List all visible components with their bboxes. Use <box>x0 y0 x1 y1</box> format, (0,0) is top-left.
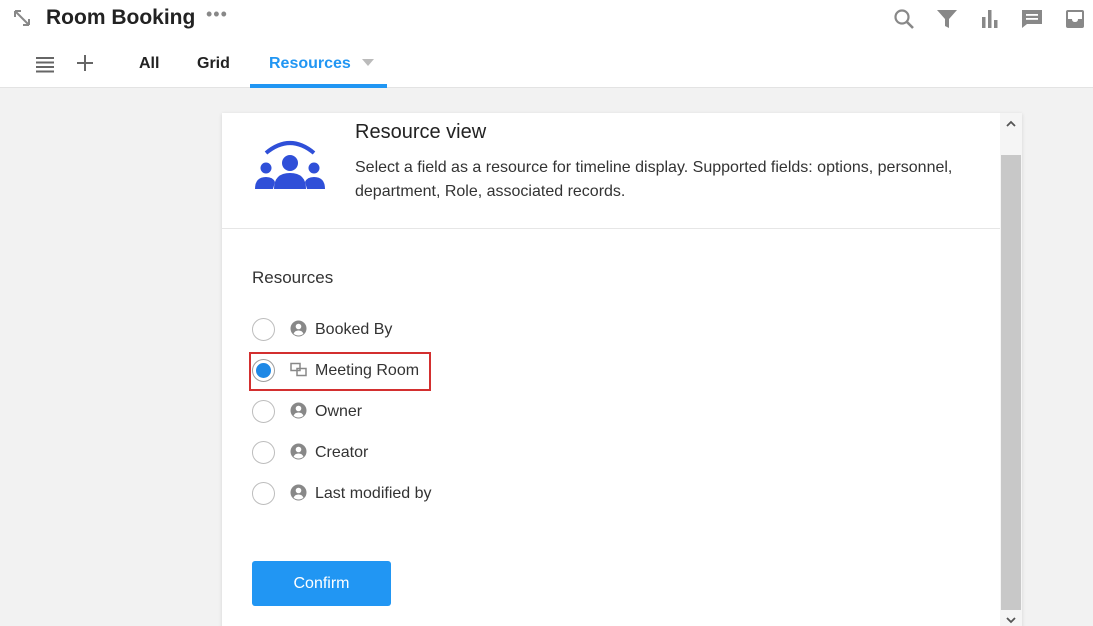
search-icon[interactable] <box>892 7 916 31</box>
chevron-down-icon[interactable] <box>1005 613 1017 625</box>
person-circle-icon <box>290 402 307 419</box>
panel-title: Resource view <box>355 121 487 143</box>
top-bar: Room Booking ••• All Grid Resources <box>0 0 1093 88</box>
scrollbar-thumb[interactable] <box>1001 155 1021 610</box>
person-circle-icon <box>290 320 307 337</box>
people-group-icon <box>254 139 326 191</box>
option-label: Creator <box>315 444 369 461</box>
active-tab-indicator <box>250 84 387 88</box>
resource-option-booked-by[interactable]: Booked By <box>252 317 512 343</box>
menu-icon[interactable] <box>35 54 55 74</box>
radio-button[interactable] <box>252 441 275 464</box>
person-circle-icon <box>290 484 307 501</box>
option-label: Last modified by <box>315 485 432 502</box>
bar-chart-icon[interactable] <box>978 7 1002 31</box>
radio-button[interactable] <box>252 482 275 505</box>
resources-section-label: Resources <box>252 268 334 287</box>
resource-option-owner[interactable]: Owner <box>252 399 512 425</box>
scrollbar[interactable] <box>1000 113 1022 626</box>
option-label: Owner <box>315 403 363 420</box>
option-label: Booked By <box>315 321 393 338</box>
radio-button[interactable] <box>252 400 275 423</box>
page-title: Room Booking <box>46 6 196 29</box>
resource-option-last-modified-by[interactable]: Last modified by <box>252 481 512 507</box>
resource-option-creator[interactable]: Creator <box>252 440 512 466</box>
panel-description: Select a field as a resource for timelin… <box>355 159 953 200</box>
chevron-up-icon[interactable] <box>1005 117 1017 129</box>
tab-resources[interactable]: Resources <box>269 55 351 73</box>
radio-button[interactable] <box>252 318 275 341</box>
person-circle-icon <box>290 443 307 460</box>
tab-dropdown-caret-icon[interactable] <box>362 59 374 66</box>
tab-grid[interactable]: Grid <box>197 55 230 73</box>
panel-header: Resource view Select a field as a resour… <box>222 113 1000 229</box>
plus-icon[interactable] <box>75 53 95 73</box>
filter-icon[interactable] <box>935 7 959 31</box>
comment-icon[interactable] <box>1020 7 1044 31</box>
tab-all[interactable]: All <box>139 55 159 73</box>
expand-arrows-icon[interactable] <box>12 8 32 28</box>
more-options-icon[interactable]: ••• <box>206 4 228 25</box>
resource-view-panel: Resource view Select a field as a resour… <box>222 113 1022 626</box>
inbox-icon[interactable] <box>1063 7 1087 31</box>
confirm-button[interactable]: Confirm <box>252 561 391 606</box>
selection-highlight <box>249 352 431 391</box>
